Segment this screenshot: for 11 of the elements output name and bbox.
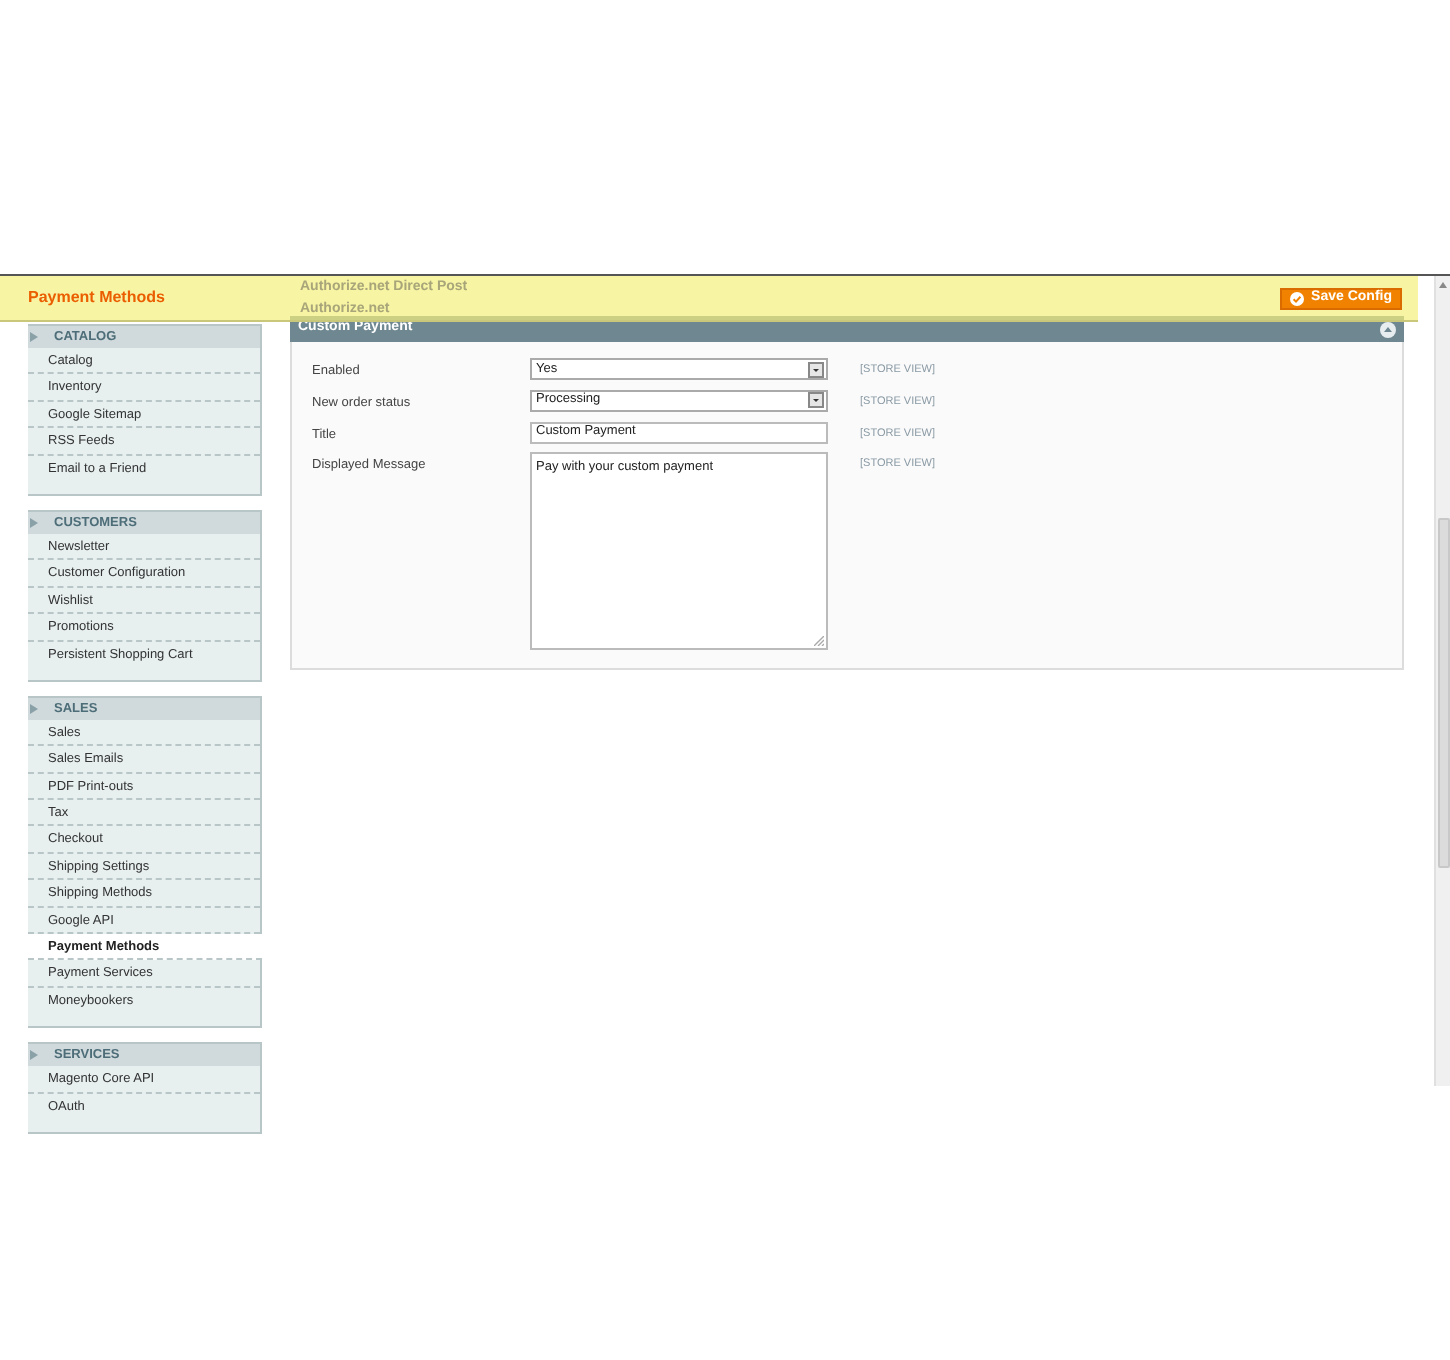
resize-grip-icon[interactable] xyxy=(814,636,824,647)
expand-arrow-icon[interactable] xyxy=(30,332,38,342)
expand-arrow-icon[interactable] xyxy=(30,703,38,714)
collapse-icon[interactable] xyxy=(1380,321,1396,337)
expand-arrow-icon[interactable] xyxy=(30,1050,38,1061)
scrollbar[interactable] xyxy=(1434,276,1450,1086)
expand-arrow-icon[interactable] xyxy=(30,517,38,528)
check-icon xyxy=(1289,291,1304,305)
scroll-thumb[interactable] xyxy=(1437,518,1449,868)
scroll-up-icon[interactable] xyxy=(1438,280,1448,290)
page-title: Payment Methods xyxy=(28,286,165,310)
